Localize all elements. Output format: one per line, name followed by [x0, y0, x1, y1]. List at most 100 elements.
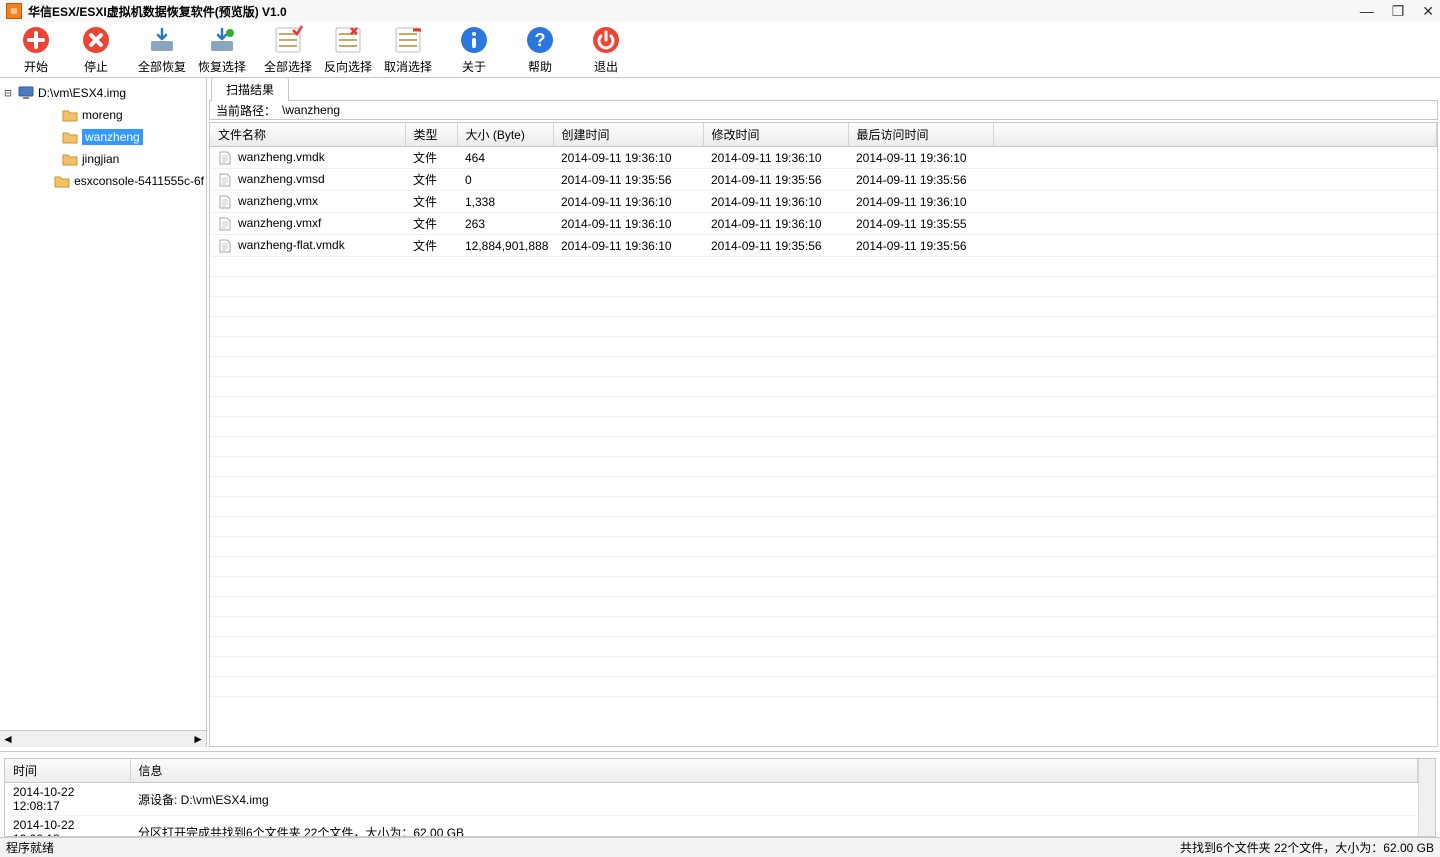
cancel-select-button[interactable]: 取消选择 — [378, 24, 438, 76]
log-col-info[interactable]: 信息 — [130, 759, 1418, 783]
cell-size: 12,884,901,888 — [457, 235, 553, 257]
col-ctime[interactable]: 创建时间 — [553, 123, 703, 147]
col-type[interactable]: 类型 — [405, 123, 457, 147]
cell-mtime: 2014-09-11 19:36:10 — [703, 147, 848, 169]
folder-icon — [54, 173, 70, 189]
cell-name: wanzheng.vmdk — [238, 150, 325, 164]
table-row[interactable]: wanzheng.vmxf文件2632014-09-11 19:36:10201… — [210, 213, 1437, 235]
tree-folder-item[interactable]: jingjian — [2, 148, 204, 170]
tree-view[interactable]: ⊟ D:\vm\ESX4.img moreng wanzheng jingjian e… — [0, 78, 206, 730]
folder-icon — [62, 129, 78, 145]
window-close-button[interactable]: ✕ — [1422, 3, 1434, 20]
tab-scan-result[interactable]: 扫描结果 — [211, 77, 289, 101]
help-button[interactable]: ? 帮助 — [510, 24, 570, 76]
status-summary: 共找到6个文件夹 22个文件，大小为：62.00 GB — [1180, 839, 1434, 856]
window-maximize-button[interactable]: ❐ — [1392, 3, 1405, 20]
select-all-button[interactable]: 全部选择 — [258, 24, 318, 76]
stop-label: 停止 — [84, 58, 108, 75]
file-icon — [218, 151, 232, 165]
table-row-empty — [210, 677, 1437, 697]
tab-scan-result-label: 扫描结果 — [226, 83, 274, 97]
scroll-left-icon[interactable]: ◄ — [2, 732, 14, 746]
tree-root-label: D:\vm\ESX4.img — [38, 86, 126, 100]
table-row-empty — [210, 517, 1437, 537]
log-pane: 时间 信息 2014-10-22 12:08:17源设备: D:\vm\ESX4… — [0, 751, 1440, 837]
log-cell-time: 2014-10-22 12:08:17 — [5, 783, 130, 816]
col-mtime[interactable]: 修改时间 — [703, 123, 848, 147]
table-row-empty — [210, 557, 1437, 577]
scroll-right-icon[interactable]: ► — [192, 732, 204, 746]
cell-mtime: 2014-09-11 19:35:56 — [703, 169, 848, 191]
tree-folder-item[interactable]: esxconsole-5411555c-6f — [2, 170, 204, 192]
tree-folder-item[interactable]: moreng — [2, 104, 204, 126]
table-row-empty — [210, 297, 1437, 317]
table-row[interactable]: wanzheng-flat.vmdk文件12,884,901,8882014-0… — [210, 235, 1437, 257]
cell-atime: 2014-09-11 19:36:10 — [848, 191, 993, 213]
cell-name: wanzheng-flat.vmdk — [238, 238, 345, 252]
cell-atime: 2014-09-11 19:35:56 — [848, 169, 993, 191]
tree-horizontal-scrollbar[interactable]: ◄ ► — [0, 730, 206, 747]
cell-atime: 2014-09-11 19:35:56 — [848, 235, 993, 257]
cell-name: wanzheng.vmx — [238, 194, 318, 208]
titlebar: 华信ESX/ESXI虚拟机数据恢复软件(预览版) V1.0 — ❐ ✕ — [0, 0, 1440, 22]
table-row-empty — [210, 617, 1437, 637]
table-row-empty — [210, 577, 1437, 597]
svg-text:?: ? — [535, 30, 546, 50]
cell-size: 0 — [457, 169, 553, 191]
tree-item-label: esxconsole-5411555c-6f — [74, 174, 204, 188]
about-button[interactable]: 关于 — [444, 24, 504, 76]
tree-item-label: wanzheng — [82, 129, 143, 145]
question-circle-icon: ? — [524, 24, 556, 56]
checklist-all-icon — [272, 24, 304, 56]
tree-item-label: jingjian — [82, 152, 119, 166]
tab-strip: 扫描结果 — [207, 78, 1440, 100]
recover-all-label: 全部恢复 — [138, 58, 186, 75]
plus-circle-icon — [20, 24, 52, 56]
table-row[interactable]: wanzheng.vmsd文件02014-09-11 19:35:562014-… — [210, 169, 1437, 191]
file-grid[interactable]: 文件名称 类型 大小 (Byte) 创建时间 修改时间 最后访问时间 wanzh… — [209, 122, 1438, 747]
col-size[interactable]: 大小 (Byte) — [457, 123, 553, 147]
col-name[interactable]: 文件名称 — [210, 123, 405, 147]
col-spacer — [993, 123, 1437, 147]
tree-folder-item[interactable]: wanzheng — [2, 126, 204, 148]
folder-icon — [62, 151, 78, 167]
log-col-time[interactable]: 时间 — [5, 759, 130, 783]
log-row[interactable]: 2014-10-22 12:08:18分区打开完成共找到6个文件夹 22个文件，… — [5, 816, 1418, 837]
log-grid[interactable]: 时间 信息 2014-10-22 12:08:17源设备: D:\vm\ESX4… — [5, 759, 1418, 836]
exit-label: 退出 — [594, 58, 618, 75]
recover-selected-button[interactable]: 恢复选择 — [192, 24, 252, 76]
cell-ctime: 2014-09-11 19:35:56 — [553, 169, 703, 191]
cell-size: 1,338 — [457, 191, 553, 213]
cell-mtime: 2014-09-11 19:36:10 — [703, 191, 848, 213]
collapse-icon[interactable]: ⊟ — [2, 86, 14, 100]
invert-select-button[interactable]: 反向选择 — [318, 24, 378, 76]
table-row-empty — [210, 597, 1437, 617]
start-button[interactable]: 开始 — [6, 24, 66, 76]
recover-all-button[interactable]: 全部恢复 — [132, 24, 192, 76]
col-atime[interactable]: 最后访问时间 — [848, 123, 993, 147]
window-minimize-button[interactable]: — — [1360, 3, 1374, 19]
file-icon — [218, 195, 232, 209]
checklist-invert-icon — [332, 24, 364, 56]
cell-type: 文件 — [405, 147, 457, 169]
log-row[interactable]: 2014-10-22 12:08:17源设备: D:\vm\ESX4.img — [5, 783, 1418, 816]
cell-type: 文件 — [405, 213, 457, 235]
cell-name: wanzheng.vmxf — [238, 216, 321, 230]
table-row-empty — [210, 497, 1437, 517]
exit-button[interactable]: 退出 — [576, 24, 636, 76]
log-vertical-scrollbar[interactable] — [1418, 759, 1435, 836]
table-row-empty — [210, 657, 1437, 677]
computer-icon — [18, 85, 34, 101]
cell-name: wanzheng.vmsd — [238, 172, 325, 186]
status-ready: 程序就绪 — [6, 839, 54, 856]
checklist-clear-icon — [392, 24, 424, 56]
tree-root[interactable]: ⊟ D:\vm\ESX4.img — [2, 82, 204, 104]
table-row[interactable]: wanzheng.vmdk文件4642014-09-11 19:36:10201… — [210, 147, 1437, 169]
table-row-empty — [210, 277, 1437, 297]
stop-button[interactable]: 停止 — [66, 24, 126, 76]
table-row[interactable]: wanzheng.vmx文件1,3382014-09-11 19:36:1020… — [210, 191, 1437, 213]
cell-ctime: 2014-09-11 19:36:10 — [553, 191, 703, 213]
tree-item-label: moreng — [82, 108, 123, 122]
file-icon — [218, 239, 232, 253]
table-row-empty — [210, 537, 1437, 557]
